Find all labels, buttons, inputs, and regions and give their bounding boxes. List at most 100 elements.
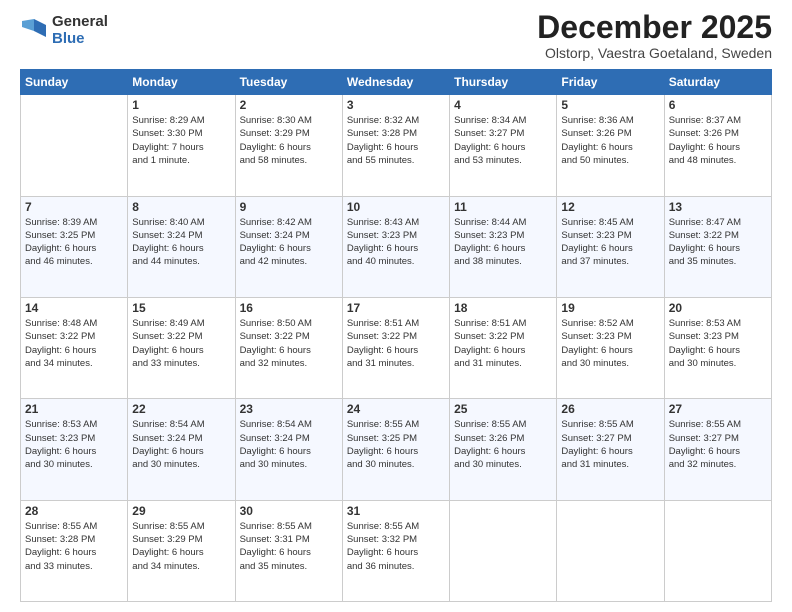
- day-number: 1: [132, 98, 230, 112]
- day-number: 28: [25, 504, 123, 518]
- day-info: Sunrise: 8:43 AMSunset: 3:23 PMDaylight:…: [347, 216, 445, 269]
- week-row-4: 28 Sunrise: 8:55 AMSunset: 3:28 PMDayligh…: [21, 500, 772, 601]
- calendar-cell: 2Sunrise: 8:30 AMSunset: 3:29 PMDaylight…: [235, 95, 342, 196]
- calendar-cell: 19Sunrise: 8:52 AMSunset: 3:23 PMDayligh…: [557, 297, 664, 398]
- calendar-cell: 18 Sunrise: 8:51 AMSunset: 3:22 PMDayligh…: [450, 297, 557, 398]
- day-number: 8: [132, 200, 230, 214]
- calendar-cell: 9Sunrise: 8:42 AMSunset: 3:24 PMDaylight…: [235, 196, 342, 297]
- calendar-cell: [450, 500, 557, 601]
- calendar-cell: 13Sunrise: 8:47 AMSunset: 3:22 PMDayligh…: [664, 196, 771, 297]
- day-info: Sunrise: 8:55 AMSunset: 3:29 PMDaylight:…: [132, 520, 230, 573]
- calendar-cell: 25Sunrise: 8:55 AMSunset: 3:26 PMDayligh…: [450, 399, 557, 500]
- day-info: Sunrise: 8:55 AMSunset: 3:27 PMDaylight:…: [669, 418, 767, 471]
- day-info: Sunrise: 8:55 AMSunset: 3:28 PMDaylight:…: [25, 520, 123, 573]
- day-number: 22: [132, 402, 230, 416]
- day-info: Sunrise: 8:50 AMSunset: 3:22 PMDaylight:…: [240, 317, 338, 370]
- day-number: 23: [240, 402, 338, 416]
- day-info: Sunrise: 8:32 AMSunset: 3:28 PMDaylight:…: [347, 114, 445, 167]
- day-info: Sunrise: 8:54 AMSunset: 3:24 PMDaylight:…: [240, 418, 338, 471]
- day-info: Sunrise: 8:34 AMSunset: 3:27 PMDaylight:…: [454, 114, 552, 167]
- logo-icon: [20, 17, 48, 45]
- logo: General Blue: [20, 14, 108, 47]
- calendar-cell: 6 Sunrise: 8:37 AMSunset: 3:26 PMDaylight…: [664, 95, 771, 196]
- day-info: Sunrise: 8:39 AMSunset: 3:25 PMDaylight:…: [25, 216, 123, 269]
- calendar-cell: 21 Sunrise: 8:53 AMSunset: 3:23 PMDayligh…: [21, 399, 128, 500]
- day-number: 11: [454, 200, 552, 214]
- day-number: 20: [669, 301, 767, 315]
- day-number: 18: [454, 301, 552, 315]
- day-of-week-monday: Monday: [128, 70, 235, 95]
- day-number: 31: [347, 504, 445, 518]
- calendar-cell: 24 Sunrise: 8:55 AMSunset: 3:25 PMDayligh…: [342, 399, 449, 500]
- day-number: 16: [240, 301, 338, 315]
- day-number: 12: [561, 200, 659, 214]
- calendar-cell: 3 Sunrise: 8:32 AMSunset: 3:28 PMDaylight…: [342, 95, 449, 196]
- day-number: 3: [347, 98, 445, 112]
- day-number: 14: [25, 301, 123, 315]
- logo-blue: Blue: [52, 31, 108, 48]
- calendar-cell: [21, 95, 128, 196]
- day-number: 24: [347, 402, 445, 416]
- day-info: Sunrise: 8:55 AMSunset: 3:26 PMDaylight:…: [454, 418, 552, 471]
- day-info: Sunrise: 8:51 AMSunset: 3:22 PMDaylight:…: [347, 317, 445, 370]
- day-info: Sunrise: 8:37 AMSunset: 3:26 PMDaylight:…: [669, 114, 767, 167]
- calendar-cell: 5Sunrise: 8:36 AMSunset: 3:26 PMDaylight…: [557, 95, 664, 196]
- logo-text: General Blue: [52, 14, 108, 47]
- calendar-cell: 8 Sunrise: 8:40 AMSunset: 3:24 PMDaylight…: [128, 196, 235, 297]
- calendar-cell: 4 Sunrise: 8:34 AMSunset: 3:27 PMDaylight…: [450, 95, 557, 196]
- calendar-cell: 20 Sunrise: 8:53 AMSunset: 3:23 PMDayligh…: [664, 297, 771, 398]
- calendar-cell: 7 Sunrise: 8:39 AMSunset: 3:25 PMDaylight…: [21, 196, 128, 297]
- calendar: SundayMondayTuesdayWednesdayThursdayFrid…: [20, 69, 772, 602]
- day-info: Sunrise: 8:51 AMSunset: 3:22 PMDaylight:…: [454, 317, 552, 370]
- calendar-cell: 30Sunrise: 8:55 AMSunset: 3:31 PMDayligh…: [235, 500, 342, 601]
- week-row-2: 14 Sunrise: 8:48 AMSunset: 3:22 PMDayligh…: [21, 297, 772, 398]
- day-info: Sunrise: 8:49 AMSunset: 3:22 PMDaylight:…: [132, 317, 230, 370]
- logo-general: General: [52, 14, 108, 31]
- calendar-cell: [557, 500, 664, 601]
- calendar-cell: 10Sunrise: 8:43 AMSunset: 3:23 PMDayligh…: [342, 196, 449, 297]
- day-number: 2: [240, 98, 338, 112]
- day-info: Sunrise: 8:55 AMSunset: 3:25 PMDaylight:…: [347, 418, 445, 471]
- calendar-cell: 26 Sunrise: 8:55 AMSunset: 3:27 PMDayligh…: [557, 399, 664, 500]
- calendar-header-row: SundayMondayTuesdayWednesdayThursdayFrid…: [21, 70, 772, 95]
- day-info: Sunrise: 8:47 AMSunset: 3:22 PMDaylight:…: [669, 216, 767, 269]
- day-number: 17: [347, 301, 445, 315]
- calendar-cell: 28 Sunrise: 8:55 AMSunset: 3:28 PMDayligh…: [21, 500, 128, 601]
- week-row-3: 21 Sunrise: 8:53 AMSunset: 3:23 PMDayligh…: [21, 399, 772, 500]
- day-number: 27: [669, 402, 767, 416]
- calendar-cell: 29Sunrise: 8:55 AMSunset: 3:29 PMDayligh…: [128, 500, 235, 601]
- calendar-cell: 12 Sunrise: 8:45 AMSunset: 3:23 PMDayligh…: [557, 196, 664, 297]
- day-info: Sunrise: 8:53 AMSunset: 3:23 PMDaylight:…: [669, 317, 767, 370]
- day-info: Sunrise: 8:55 AMSunset: 3:27 PMDaylight:…: [561, 418, 659, 471]
- day-info: Sunrise: 8:29 AMSunset: 3:30 PMDaylight:…: [132, 114, 230, 167]
- calendar-cell: 16 Sunrise: 8:50 AMSunset: 3:22 PMDayligh…: [235, 297, 342, 398]
- day-of-week-thursday: Thursday: [450, 70, 557, 95]
- day-number: 19: [561, 301, 659, 315]
- day-info: Sunrise: 8:42 AMSunset: 3:24 PMDaylight:…: [240, 216, 338, 269]
- day-info: Sunrise: 8:40 AMSunset: 3:24 PMDaylight:…: [132, 216, 230, 269]
- calendar-cell: 27 Sunrise: 8:55 AMSunset: 3:27 PMDayligh…: [664, 399, 771, 500]
- calendar-cell: 11Sunrise: 8:44 AMSunset: 3:23 PMDayligh…: [450, 196, 557, 297]
- day-number: 5: [561, 98, 659, 112]
- day-number: 4: [454, 98, 552, 112]
- day-number: 30: [240, 504, 338, 518]
- day-of-week-wednesday: Wednesday: [342, 70, 449, 95]
- day-number: 26: [561, 402, 659, 416]
- week-row-0: 1 Sunrise: 8:29 AMSunset: 3:30 PMDaylight…: [21, 95, 772, 196]
- week-row-1: 7 Sunrise: 8:39 AMSunset: 3:25 PMDaylight…: [21, 196, 772, 297]
- calendar-cell: 22Sunrise: 8:54 AMSunset: 3:24 PMDayligh…: [128, 399, 235, 500]
- page: General Blue December 2025 Olstorp, Vaes…: [0, 0, 792, 612]
- title-block: December 2025 Olstorp, Vaestra Goetaland…: [537, 10, 772, 61]
- day-number: 6: [669, 98, 767, 112]
- day-number: 21: [25, 402, 123, 416]
- calendar-cell: 14 Sunrise: 8:48 AMSunset: 3:22 PMDayligh…: [21, 297, 128, 398]
- day-info: Sunrise: 8:48 AMSunset: 3:22 PMDaylight:…: [25, 317, 123, 370]
- month-title: December 2025: [537, 10, 772, 45]
- day-of-week-friday: Friday: [557, 70, 664, 95]
- day-info: Sunrise: 8:53 AMSunset: 3:23 PMDaylight:…: [25, 418, 123, 471]
- day-of-week-tuesday: Tuesday: [235, 70, 342, 95]
- day-info: Sunrise: 8:55 AMSunset: 3:32 PMDaylight:…: [347, 520, 445, 573]
- day-info: Sunrise: 8:45 AMSunset: 3:23 PMDaylight:…: [561, 216, 659, 269]
- day-number: 7: [25, 200, 123, 214]
- day-of-week-saturday: Saturday: [664, 70, 771, 95]
